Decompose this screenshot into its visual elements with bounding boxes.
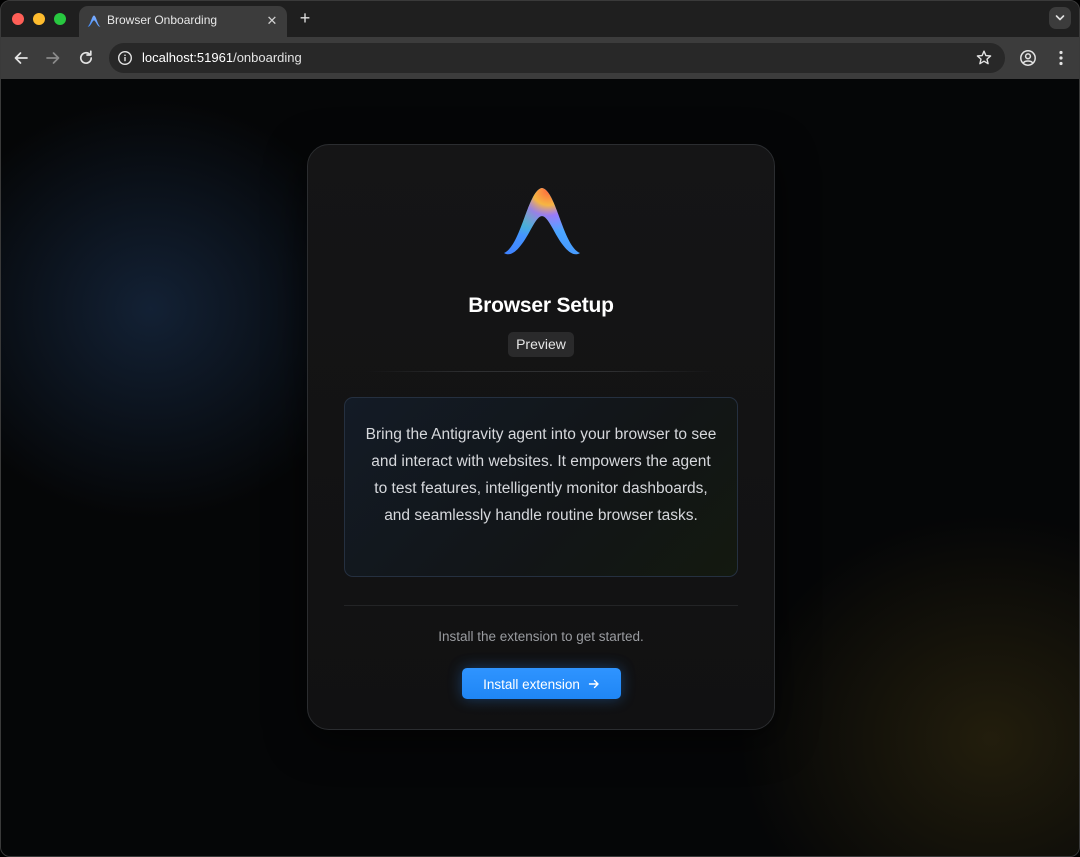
toolbar: localhost:51961/onboarding (1, 37, 1079, 79)
preview-badge: Preview (508, 332, 574, 357)
tab-title: Browser Onboarding (107, 13, 218, 27)
description-panel: Bring the Antigravity agent into your br… (344, 397, 738, 577)
reload-icon[interactable] (76, 48, 96, 68)
arrow-right-icon[interactable] (43, 48, 63, 68)
page-title: Browser Setup (468, 294, 614, 317)
kebab-menu-icon[interactable] (1051, 48, 1071, 68)
chevron-down-icon[interactable] (1049, 7, 1071, 29)
install-hint-text: Install the extension to get started. (438, 629, 644, 644)
tab-strip: Browser Onboarding ✕ + (1, 1, 1079, 37)
browser-window: Browser Onboarding ✕ + localhost:51961/o… (0, 0, 1080, 857)
close-tab-icon[interactable]: ✕ (263, 12, 281, 30)
url-path: /onboarding (233, 50, 302, 65)
arrow-left-icon[interactable] (11, 48, 31, 68)
install-extension-label: Install extension (483, 676, 580, 692)
arrow-right-icon (588, 678, 600, 690)
new-tab-icon[interactable]: + (295, 8, 315, 28)
zoom-window-button[interactable] (54, 13, 66, 25)
url-text[interactable]: localhost:51961/onboarding (142, 50, 302, 65)
divider (344, 605, 738, 606)
address-bar[interactable]: localhost:51961/onboarding (109, 43, 1005, 73)
url-host: localhost:51961 (142, 50, 234, 65)
page-viewport: Browser Setup Preview Bring the Antigrav… (1, 79, 1079, 856)
tab-browser-onboarding[interactable]: Browser Onboarding ✕ (79, 6, 287, 37)
info-icon[interactable] (117, 50, 133, 66)
close-window-button[interactable] (12, 13, 24, 25)
onboarding-card: Browser Setup Preview Bring the Antigrav… (307, 144, 775, 730)
antigravity-favicon-icon (87, 14, 101, 28)
divider (366, 371, 716, 372)
minimize-window-button[interactable] (33, 13, 45, 25)
install-extension-button[interactable]: Install extension (462, 668, 621, 699)
antigravity-logo-icon (501, 183, 583, 259)
star-icon[interactable] (975, 49, 993, 67)
description-text: Bring the Antigravity agent into your br… (365, 426, 717, 524)
profile-icon[interactable] (1018, 48, 1038, 68)
